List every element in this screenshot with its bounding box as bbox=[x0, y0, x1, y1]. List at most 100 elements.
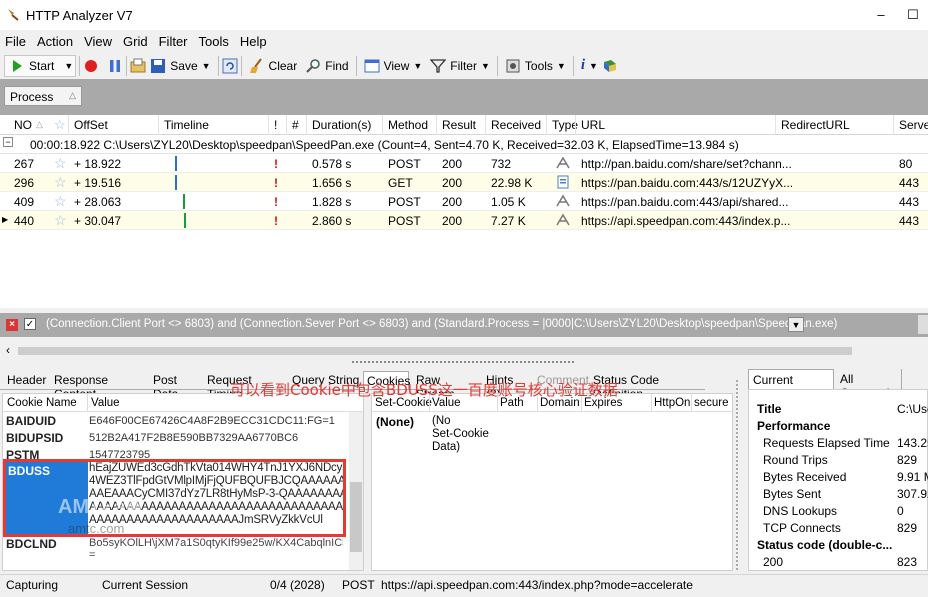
column-divider[interactable] bbox=[286, 115, 287, 135]
column-divider[interactable] bbox=[268, 115, 269, 135]
pause-icon[interactable] bbox=[107, 58, 123, 74]
column-header[interactable]: # bbox=[292, 118, 299, 132]
splitter-grip[interactable] bbox=[352, 361, 574, 367]
dropdown-arrow-icon[interactable]: ▼ bbox=[64, 61, 73, 71]
table-row[interactable]: 440 + 30.047 2.860 s POST 200 7.27 K https://a… bbox=[0, 211, 928, 230]
column-header[interactable]: URL bbox=[581, 118, 605, 132]
star-icon[interactable]: ☆ bbox=[54, 212, 67, 229]
cell-received: 1.05 K bbox=[491, 195, 526, 209]
cell-received: 22.98 K bbox=[491, 176, 533, 190]
close-filter-icon[interactable]: × bbox=[6, 319, 18, 331]
table-row[interactable]: 267 + 18.922 0.578 s POST 200 732 http://pan.b… bbox=[0, 154, 928, 173]
filter-scroll-stub[interactable] bbox=[918, 315, 928, 334]
cell-offset: + 19.516 bbox=[74, 176, 122, 190]
start-button[interactable]: Start ▼ bbox=[4, 54, 77, 77]
bdclnd-cookie-value[interactable]: Bo5syKOlLH\jXM7a1S0qtyKIf99e25w/KX4Cabql… bbox=[89, 537, 343, 549]
maximize-button[interactable]: ☐ bbox=[904, 6, 922, 24]
help-button[interactable]: i ▼ bbox=[577, 55, 602, 77]
menu-action[interactable]: Action bbox=[37, 34, 73, 49]
star-icon[interactable]: ☆ bbox=[54, 155, 67, 172]
star-icon[interactable]: ☆ bbox=[54, 174, 67, 191]
horizontal-scrollbar[interactable]: ‹ bbox=[0, 343, 928, 359]
menu-view[interactable]: View bbox=[84, 34, 112, 49]
column-header[interactable]: NO bbox=[14, 118, 32, 132]
cookie-value[interactable]: E646F00CE67426C4A8F2B9ECC31CDC11:FG=1 bbox=[89, 415, 335, 427]
vertical-splitter[interactable] bbox=[736, 380, 746, 570]
group-row[interactable]: − 00:00:18.922 C:\Users\ZYL20\Desktop\sp… bbox=[0, 135, 928, 154]
view-label: View bbox=[383, 58, 410, 73]
record-icon[interactable] bbox=[83, 58, 99, 74]
save-button[interactable]: Save ▼ bbox=[146, 55, 214, 77]
column-divider bbox=[651, 394, 652, 412]
column-divider[interactable] bbox=[158, 115, 159, 135]
column-divider[interactable] bbox=[575, 115, 576, 135]
filter-button[interactable]: Filter ▼ bbox=[426, 55, 494, 77]
cell-no: 440 bbox=[14, 214, 35, 228]
separator bbox=[217, 55, 219, 76]
stat-label: Bytes Sent bbox=[763, 487, 822, 501]
filter-dropdown-icon[interactable]: ▼ bbox=[788, 317, 804, 332]
filter-enabled-checkbox[interactable]: ✓ bbox=[24, 318, 36, 330]
column-header[interactable]: Result bbox=[442, 118, 476, 132]
group-by-process-chip[interactable]: Process △ bbox=[4, 86, 82, 106]
table-row[interactable]: 296 + 19.516 1.656 s GET 200 22.98 K https://p… bbox=[0, 173, 928, 192]
scroll-thumb[interactable] bbox=[350, 482, 362, 552]
cell-offset: + 28.063 bbox=[74, 195, 122, 209]
column-divider[interactable] bbox=[382, 115, 383, 135]
view-button[interactable]: View ▼ bbox=[360, 55, 427, 77]
column-divider[interactable] bbox=[436, 115, 437, 135]
menu-file[interactable]: File bbox=[5, 34, 26, 49]
column-divider[interactable] bbox=[485, 115, 486, 135]
vertical-scrollbar[interactable] bbox=[349, 412, 363, 570]
collapse-toggle-icon[interactable]: − bbox=[3, 137, 13, 147]
cookie-value[interactable]: 512B2A417F2B8E590BB7329AA6770BC6 bbox=[89, 432, 298, 444]
tab-header[interactable]: Header bbox=[4, 371, 48, 389]
count-status: 0/4 (2028) bbox=[270, 578, 325, 592]
column-header[interactable]: Received bbox=[491, 118, 541, 132]
column-divider[interactable] bbox=[775, 115, 776, 135]
column-header[interactable]: Duration(s) bbox=[312, 118, 371, 132]
menu-grid[interactable]: Grid bbox=[123, 34, 148, 49]
set-cookie-col[interactable]: HttpOn bbox=[654, 397, 690, 409]
find-button[interactable]: Find bbox=[301, 55, 352, 77]
set-cookie-col[interactable]: secure bbox=[694, 397, 729, 409]
clear-label: Clear bbox=[268, 58, 298, 73]
tab-all-captured[interactable]: All Captured bbox=[836, 369, 902, 400]
column-divider[interactable] bbox=[546, 115, 547, 135]
col-cookie-name: Cookie Name bbox=[7, 397, 77, 409]
menu-help[interactable]: Help bbox=[240, 34, 267, 49]
open-folder-icon[interactable] bbox=[130, 58, 146, 74]
scroll-thumb[interactable] bbox=[18, 347, 852, 355]
column-header[interactable]: Method bbox=[388, 118, 428, 132]
clear-button[interactable]: Clear bbox=[245, 55, 302, 77]
menu-tools[interactable]: Tools bbox=[199, 34, 229, 49]
column-divider[interactable] bbox=[893, 115, 894, 135]
cell-offset: + 30.047 bbox=[74, 214, 122, 228]
tab-response-content[interactable]: Response Content bbox=[51, 371, 147, 401]
cookie-name[interactable]: BIDUPSID bbox=[6, 431, 63, 445]
column-header[interactable]: Timeline bbox=[164, 118, 209, 132]
minimize-button[interactable]: – bbox=[872, 6, 890, 24]
scroll-left-icon[interactable]: ‹ bbox=[6, 343, 10, 357]
refresh-icon[interactable] bbox=[222, 58, 238, 74]
table-row[interactable]: 409 + 28.063 1.828 s POST 200 1.05 K https://p… bbox=[0, 192, 928, 211]
stat-value: 9.91 M bbox=[897, 470, 928, 484]
column-header[interactable]: ! bbox=[274, 118, 277, 132]
star-icon[interactable]: ☆ bbox=[54, 193, 67, 210]
cell-duration: 2.860 s bbox=[312, 214, 352, 228]
bdclnd-cookie-name[interactable]: BDCLND bbox=[6, 537, 57, 551]
menu-filter[interactable]: Filter bbox=[159, 34, 188, 49]
column-divider[interactable] bbox=[68, 115, 69, 135]
tab-post-data[interactable]: Post Data bbox=[150, 371, 202, 401]
tab-current-process[interactable]: Current Process bbox=[748, 369, 834, 401]
column-header[interactable]: Serve bbox=[899, 118, 928, 132]
column-divider[interactable] bbox=[306, 115, 307, 135]
stat-value: 823 bbox=[897, 555, 918, 569]
column-header[interactable]: OffSet bbox=[74, 118, 108, 132]
tools-button[interactable]: Tools ▼ bbox=[501, 55, 570, 77]
column-header[interactable]: RedirectURL bbox=[781, 118, 850, 132]
cell-server: 443 bbox=[899, 176, 920, 190]
cell-offset: + 18.922 bbox=[74, 157, 122, 171]
book-icon[interactable] bbox=[602, 58, 618, 74]
cookie-name[interactable]: BAIDUID bbox=[6, 414, 56, 428]
